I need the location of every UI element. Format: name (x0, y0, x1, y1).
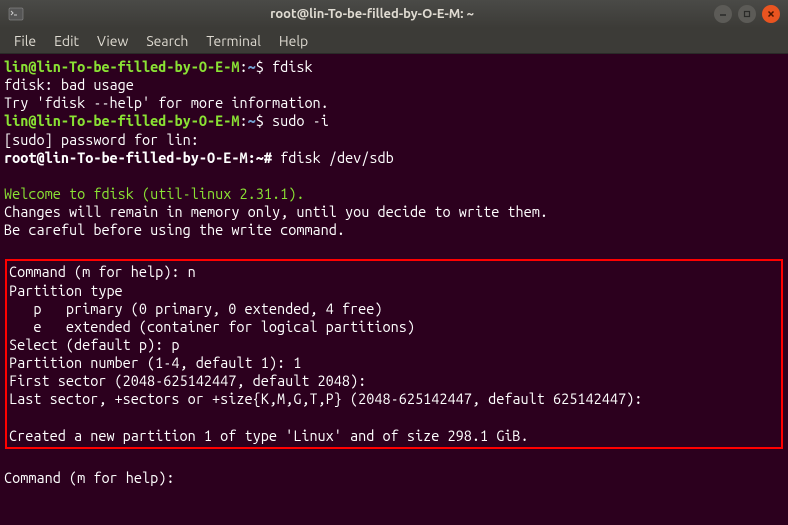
terminal-line: p primary (0 primary, 0 extended, 4 free… (9, 300, 779, 318)
terminal-icon (8, 6, 24, 22)
terminal-line: lin@lin-To-be-filled-by-O-E-M:~$ sudo -i (4, 112, 784, 130)
terminal-line: First sector (2048-625142447, default 20… (9, 372, 779, 390)
terminal-line: Partition number (1-4, default 1): 1 (9, 354, 779, 372)
terminal-line: e extended (container for logical partit… (9, 318, 779, 336)
terminal-line (4, 239, 784, 257)
terminal-line: lin@lin-To-be-filled-by-O-E-M:~$ fdisk (4, 58, 784, 76)
terminal-line: fdisk: bad usage (4, 76, 784, 94)
terminal-line (4, 167, 784, 185)
terminal-line: Partition type (9, 282, 779, 300)
root-prompt: root@lin-To-be-filled-by-O-E-M (4, 149, 248, 166)
command-text: fdisk (264, 58, 313, 75)
menubar: File Edit View Search Terminal Help (0, 28, 788, 54)
terminal-line: Try 'fdisk --help' for more information. (4, 94, 784, 112)
command-text: fdisk /dev/sdb (272, 149, 394, 166)
terminal-area[interactable]: lin@lin-To-be-filled-by-O-E-M:~$ fdisk f… (0, 54, 788, 491)
terminal-line: Command (m for help): (4, 469, 784, 487)
prompt-path: ~ (256, 149, 264, 166)
close-button[interactable] (762, 5, 780, 23)
terminal-line: Select (default p): p (9, 336, 779, 354)
menu-help[interactable]: Help (271, 30, 316, 52)
terminal-line (4, 451, 784, 469)
menu-terminal[interactable]: Terminal (198, 30, 269, 52)
terminal-line (9, 408, 779, 426)
window-title: root@lin-To-be-filled-by-O-E-M: ~ (30, 7, 714, 21)
command-text: sudo -i (264, 112, 329, 129)
terminal-line: Changes will remain in memory only, unti… (4, 203, 784, 221)
menu-search[interactable]: Search (138, 30, 196, 52)
maximize-button[interactable] (738, 5, 756, 23)
menu-file[interactable]: File (6, 30, 44, 52)
terminal-line: Welcome to fdisk (util-linux 2.31.1). (4, 185, 784, 203)
minimize-button[interactable] (714, 5, 732, 23)
terminal-line: [sudo] password for lin: (4, 131, 784, 149)
terminal-line: root@lin-To-be-filled-by-O-E-M:~# fdisk … (4, 149, 784, 167)
titlebar: root@lin-To-be-filled-by-O-E-M: ~ (0, 0, 788, 28)
menu-view[interactable]: View (89, 30, 136, 52)
prompt-path: ~ (248, 58, 256, 75)
user-prompt: lin@lin-To-be-filled-by-O-E-M (4, 112, 239, 129)
terminal-line: Be careful before using the write comman… (4, 221, 784, 239)
terminal-line: Last sector, +sectors or +size{K,M,G,T,P… (9, 390, 779, 408)
highlighted-section: Command (m for help): n Partition type p… (5, 259, 783, 448)
window-controls (714, 5, 780, 23)
user-prompt: lin@lin-To-be-filled-by-O-E-M (4, 58, 239, 75)
prompt-path: ~ (248, 112, 256, 129)
menu-edit[interactable]: Edit (46, 30, 87, 52)
terminal-line: Created a new partition 1 of type 'Linux… (9, 427, 779, 445)
terminal-line: Command (m for help): n (9, 263, 779, 281)
